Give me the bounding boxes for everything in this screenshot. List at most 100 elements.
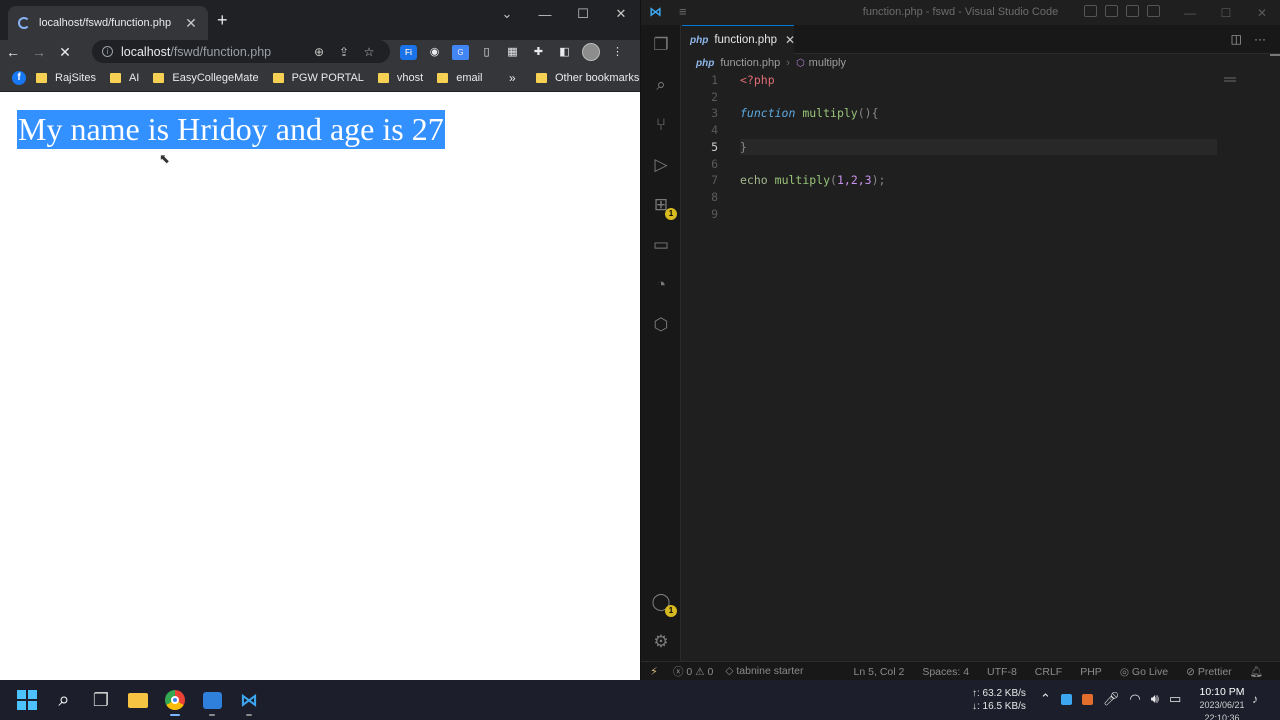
prettier-status[interactable]: ⊘ Prettier <box>1186 666 1232 678</box>
search-icon[interactable]: ⌕ <box>49 685 79 715</box>
windows-taskbar: ⌕ ❐ ⋈ ↑: 63.2 KB/s ↓: 16.5 KB/s ⌃ 🎤︎ ◠ 🔊… <box>0 680 1280 720</box>
clock-time: 10:10 PM <box>1199 686 1245 698</box>
site-info-icon[interactable]: i <box>102 46 113 57</box>
tray-app-icon[interactable] <box>1060 693 1072 705</box>
run-debug-icon[interactable]: ▷ <box>649 153 673 177</box>
extensions-puzzle-icon[interactable]: ✚ <box>530 45 547 60</box>
close-window-button[interactable]: ✕ <box>1244 0 1280 25</box>
encoding[interactable]: UTF-8 <box>987 666 1017 678</box>
photos-app-icon[interactable] <box>197 685 227 716</box>
screenshot-extension-icon[interactable]: ◉ <box>426 45 443 60</box>
breadcrumb-symbol[interactable]: multiply <box>809 57 846 69</box>
battery-icon[interactable]: ▭ <box>1169 691 1181 707</box>
git-graph-icon[interactable]: ◔ <box>649 273 673 297</box>
editor-tab-function-php[interactable]: php function.php ✕ <box>682 25 795 54</box>
source-control-icon[interactable]: ⑂ <box>649 113 673 137</box>
bookmark-ai[interactable]: AI <box>109 72 139 84</box>
bookmark-pgw-portal[interactable]: PGW PORTAL <box>272 72 364 84</box>
explorer-icon[interactable]: ❐ <box>649 33 673 57</box>
task-view-icon[interactable]: ❐ <box>86 685 116 715</box>
facebook-bookmark-icon[interactable]: f <box>12 70 26 85</box>
remote-explorer-icon[interactable]: ▭ <box>649 233 673 257</box>
code-line[interactable]: 2 <box>682 89 1280 106</box>
code-line[interactable]: 3 function multiply(){ <box>682 105 1280 122</box>
system-clock[interactable]: 10:10 PM 2023/06/21 22:10:36 <box>1192 686 1252 720</box>
code-line[interactable]: 7 echo multiply(1,2,3); <box>682 172 1280 189</box>
notifications-bell-icon[interactable]: 🔔︎ <box>1250 665 1263 678</box>
toggle-secondary-sidebar-icon[interactable] <box>1126 5 1139 17</box>
toggle-panel-icon[interactable] <box>1105 5 1118 17</box>
code-line[interactable]: 1 <?php <box>682 72 1280 89</box>
close-tab-icon[interactable]: ✕ <box>184 15 198 32</box>
profile-avatar[interactable] <box>582 43 600 61</box>
tab-search-icon[interactable]: ⌄ <box>488 0 526 28</box>
indentation[interactable]: Spaces: 4 <box>922 666 969 678</box>
cursor-position[interactable]: Ln 5, Col 2 <box>854 666 905 678</box>
minimize-button[interactable]: — <box>1172 0 1208 25</box>
activity-bar: ❐ ⌕ ⑂ ▷ ⊞ 1 ▭ ◔ ⬡ ◯ 1 ⚙ <box>641 25 681 661</box>
code-line[interactable]: 9 <box>682 206 1280 223</box>
code-line-active[interactable]: 5 } <box>682 139 1280 156</box>
more-bookmarks-chevron[interactable]: » <box>509 71 516 85</box>
tabnine-status[interactable]: ◇ tabnine starter <box>725 665 803 677</box>
close-window-button[interactable]: ✕ <box>602 0 640 28</box>
chrome-taskbar-icon[interactable] <box>160 685 190 716</box>
share-icon[interactable]: ⇪ <box>337 45 351 59</box>
extensions-icon[interactable]: ⊞ 1 <box>649 193 677 220</box>
bookmark-email[interactable]: email <box>437 72 483 84</box>
settings-gear-icon[interactable]: ⚙ <box>649 630 673 654</box>
other-bookmarks[interactable]: Other bookmarks <box>536 64 639 92</box>
code-line[interactable]: 6 <box>682 156 1280 173</box>
translate-extension-icon[interactable]: G <box>452 44 469 60</box>
vscode-taskbar-icon[interactable]: ⋈ <box>234 685 264 716</box>
tray-app-icon[interactable] <box>1081 693 1093 705</box>
tabnine-icon[interactable]: ⬡ <box>649 313 673 337</box>
toggle-primary-sidebar-icon[interactable] <box>1084 5 1097 17</box>
go-live-button[interactable]: ◎ Go Live <box>1120 666 1168 678</box>
code-editor[interactable]: 1 <?php 2 3 function multiply(){ 4 5 } 6… <box>682 72 1280 661</box>
remote-indicator-icon[interactable]: ⚡ <box>641 665 667 678</box>
code-line[interactable]: 4 <box>682 122 1280 139</box>
minimize-button[interactable]: — <box>526 0 564 28</box>
device-extension-icon[interactable]: ▯ <box>478 45 495 60</box>
bookmark-easycollegemate[interactable]: EasyCollegeMate <box>153 72 259 84</box>
maximize-button[interactable]: ☐ <box>1208 0 1244 25</box>
microphone-icon[interactable]: 🎤︎ <box>1103 691 1120 707</box>
zoom-icon[interactable]: ⊕ <box>312 45 326 59</box>
language-mode[interactable]: PHP <box>1080 666 1102 678</box>
back-arrow-icon[interactable]: ← <box>0 44 26 60</box>
overview-ruler[interactable] <box>1270 54 1280 56</box>
punctuation-token: (){ <box>857 106 879 121</box>
volume-icon[interactable]: 🔊︎ <box>1151 691 1159 707</box>
notification-center-icon[interactable]: ♪ <box>1252 692 1258 706</box>
browser-tab[interactable]: localhost/fswd/function.php ✕ <box>8 6 208 40</box>
bookmark-vhost[interactable]: vhost <box>377 72 423 84</box>
more-actions-icon[interactable]: ··· <box>1254 32 1266 46</box>
new-tab-button[interactable]: + <box>217 11 228 29</box>
chrome-menu-icon[interactable]: ⋮ <box>609 45 626 60</box>
customize-layout-icon[interactable] <box>1147 5 1160 17</box>
bookmark-star-icon[interactable]: ☆ <box>362 45 376 59</box>
accounts-icon[interactable]: ◯ 1 <box>649 590 677 617</box>
search-icon[interactable]: ⌕ <box>649 73 673 97</box>
start-button[interactable] <box>12 685 42 715</box>
breadcrumb-file[interactable]: function.php <box>720 57 780 69</box>
end-of-line[interactable]: CRLF <box>1035 666 1062 678</box>
extension-fi-icon[interactable]: Fi <box>400 44 417 60</box>
code-line[interactable]: 8 <box>682 189 1280 206</box>
split-editor-icon[interactable]: ◫ <box>1231 32 1242 46</box>
side-panel-icon[interactable]: ◧ <box>556 45 573 60</box>
code-text: function multiply(){ <box>740 105 879 122</box>
problems-indicator[interactable]: ⓧ 0 ⚠ 0 <box>673 664 713 679</box>
bookmark-rajsites[interactable]: RajSites <box>36 72 96 84</box>
grid-extension-icon[interactable]: ▦ <box>504 45 521 60</box>
show-hidden-icons-chevron[interactable]: ⌃ <box>1040 691 1051 707</box>
loading-spinner-icon <box>18 17 30 29</box>
minimap[interactable] <box>1224 77 1236 79</box>
forward-arrow-icon[interactable]: → <box>26 44 52 60</box>
file-explorer-icon[interactable] <box>123 685 153 715</box>
maximize-button[interactable]: ☐ <box>564 0 602 28</box>
close-tab-icon[interactable]: ✕ <box>785 33 795 47</box>
stop-loading-icon[interactable]: ✕ <box>52 44 78 61</box>
wifi-icon[interactable]: ◠ <box>1129 691 1140 707</box>
